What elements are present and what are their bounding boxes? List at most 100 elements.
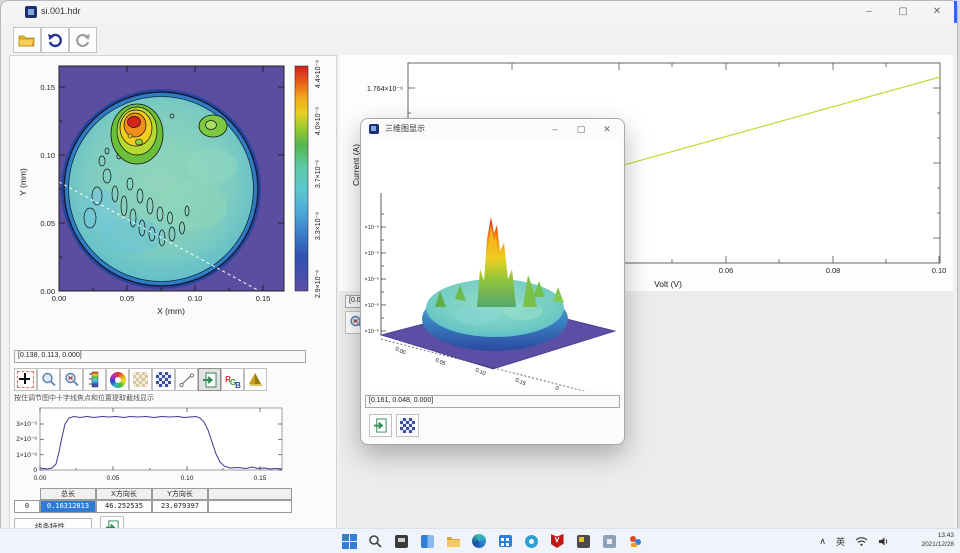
float-title-bar[interactable]: 三维图显示 – ▢ ✕ [361, 119, 624, 139]
redo-button[interactable] [69, 27, 97, 53]
float-pattern-tool[interactable] [396, 414, 419, 437]
x-tick: 0.10 [188, 294, 203, 303]
empty-cell [208, 500, 292, 513]
float-maximize-button[interactable]: ▢ [568, 119, 594, 139]
profile-x-tick: 0.15 [254, 475, 267, 482]
float-minimize-button[interactable]: – [542, 119, 568, 139]
y-tick: 0.10 [40, 151, 55, 160]
search-icon [368, 534, 382, 548]
x-axis-label: X (mm) [157, 306, 185, 316]
taskbar-app-dark[interactable] [392, 532, 410, 550]
iv-x-tick: 0.08 [826, 266, 841, 275]
folder-icon [446, 535, 461, 548]
float-toolbar [369, 414, 419, 437]
iv-x-axis-label: Volt (V) [654, 279, 682, 289]
measure-line-tool[interactable] [175, 368, 198, 391]
y-axis-label: Y (mm) [18, 168, 28, 196]
surface-3d-plot[interactable]: 5×10⁻⁶ 0×10⁻⁶ 5×10⁻⁶ 0×10⁻⁶ 5×10⁻⁶ 0.00 … [365, 139, 620, 391]
close-button[interactable]: ✕ [920, 1, 954, 23]
surf-x-tick: 0.15 [514, 377, 526, 387]
row-index-cell[interactable]: 0 [14, 500, 40, 513]
active-app-icon [628, 534, 643, 549]
z-tick: 0×10⁻⁶ [365, 250, 379, 257]
wifi-icon[interactable] [855, 536, 868, 546]
taskbar-icons [340, 532, 644, 550]
taskbar-widgets[interactable] [418, 532, 436, 550]
profile-y-tick: 0 [33, 467, 37, 474]
x-tick: 0.15 [256, 294, 271, 303]
main-toolbar [13, 27, 97, 53]
ime-indicator[interactable]: 英 [836, 535, 845, 548]
taskbar-edge[interactable] [470, 532, 488, 550]
map-tool-bar: RGB [14, 368, 267, 391]
total-length-cell[interactable]: 0.16312813 [40, 500, 96, 513]
surface-3d-window[interactable]: 三维图显示 – ▢ ✕ [360, 118, 625, 445]
taskbar-clock[interactable]: 13:43 2021/12/28 [921, 532, 954, 549]
col-header-total: 总长 [40, 488, 96, 500]
minimize-button[interactable]: – [852, 1, 886, 23]
map-panel: 0.00 0.05 0.10 0.15 0.00 0.05 0.10 0.15 … [9, 55, 337, 529]
taskbar-store[interactable] [496, 532, 514, 550]
window-title: si.001.hdr [41, 6, 81, 16]
iv-y-tick: 1.764×10⁻⁶ [367, 86, 403, 93]
open-file-button[interactable] [13, 27, 41, 53]
profile-x-tick: 0.05 [107, 475, 120, 482]
light-pattern-icon [133, 372, 148, 387]
profile-plot[interactable]: 3×10⁻⁶ 2×10⁻⁶ 1×10⁻⁶ 0 0.00 0.05 0.10 0.… [12, 402, 290, 486]
surf-x-tick: 0.00 [394, 346, 406, 356]
blue-pattern-icon [156, 372, 171, 387]
zoom-in-icon [41, 372, 57, 388]
app-icon [25, 6, 37, 18]
taskbar-app-blue[interactable] [522, 532, 540, 550]
pattern-light-tool[interactable] [129, 368, 152, 391]
surface-3d-tool[interactable] [244, 368, 267, 391]
z-tick: 0×10⁻⁶ [365, 302, 379, 309]
y-length-cell[interactable]: 23.079397 [152, 500, 208, 513]
x-length-cell[interactable]: 46.252535 [96, 500, 152, 513]
colorbar-tick: 3.3×10⁻⁶ [315, 212, 322, 240]
rgb-icon: RGB [225, 376, 240, 383]
export-tool[interactable] [198, 368, 221, 391]
y-tick: 0.15 [40, 83, 55, 92]
x-tick: 0.05 [120, 294, 135, 303]
float-window-icon [369, 124, 379, 134]
export-icon [202, 372, 218, 388]
taskbar-app-gray[interactable] [600, 532, 618, 550]
iv-x-tick: 0.06 [719, 266, 734, 275]
pattern-blue-tool[interactable] [152, 368, 175, 391]
colorbar-tool[interactable] [83, 368, 106, 391]
undo-button[interactable] [41, 27, 69, 53]
surf-x-tick: 0.00 [554, 385, 616, 391]
measure-line-icon [179, 372, 195, 388]
contour-plot[interactable]: 0.00 0.05 0.10 0.15 0.00 0.05 0.10 0.15 … [12, 56, 336, 348]
color-wheel-icon [110, 372, 126, 388]
z-tick: 5×10⁻⁶ [365, 276, 379, 283]
taskbar-file-explorer[interactable] [444, 532, 462, 550]
open-folder-icon [18, 33, 36, 47]
taskbar-app-media[interactable] [574, 532, 592, 550]
tray-chevron[interactable]: ∧ [819, 536, 826, 547]
colorbar-tick: 4.4×10⁻⁶ [315, 60, 322, 88]
float-close-button[interactable]: ✕ [594, 119, 620, 139]
zoom-reset-tool[interactable] [60, 368, 83, 391]
cursor-position-status: [0.138, 0.113, 0.000] [14, 350, 306, 363]
zoom-in-tool[interactable] [37, 368, 60, 391]
float-export-tool[interactable] [369, 414, 392, 437]
color-wheel-tool[interactable] [106, 368, 129, 391]
colorbar-icon [88, 371, 102, 388]
zoom-reset-icon [64, 372, 80, 388]
rgb-tool[interactable]: RGB [221, 368, 244, 391]
iv-x-tick: 0.10 [932, 266, 947, 275]
profile-x-tick: 0.00 [34, 475, 47, 482]
profile-y-tick: 2×10⁻⁶ [16, 436, 37, 443]
search-button[interactable] [366, 532, 384, 550]
crosshair-tool[interactable] [14, 368, 37, 391]
title-bar[interactable]: si.001.hdr – ▢ ✕ [1, 1, 957, 23]
taskbar-mcafee[interactable] [548, 532, 566, 550]
speaker-icon[interactable] [878, 536, 890, 547]
taskbar-app-active[interactable] [626, 532, 644, 550]
redo-icon [75, 32, 91, 48]
maximize-button[interactable]: ▢ [886, 1, 920, 23]
start-button[interactable] [340, 532, 358, 550]
window-edge-accent [954, 1, 957, 23]
